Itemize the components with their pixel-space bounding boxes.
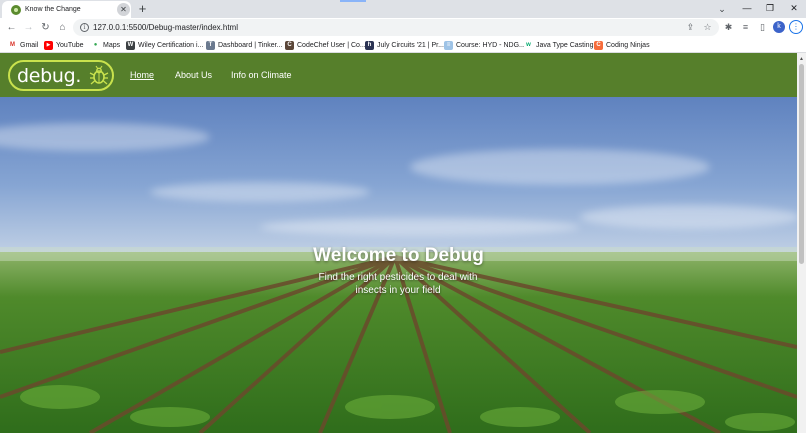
tinkercad-icon: T	[206, 40, 215, 50]
bookmark-label: CodeChef User | Co...	[297, 41, 366, 49]
bookmark-w3schools[interactable]: w Java Type Casting	[524, 39, 593, 51]
bookmark-label: YouTube	[56, 41, 84, 49]
hero-subtitle: Find the right pesticides to deal with i…	[318, 272, 478, 296]
bookmark-youtube[interactable]: ▶ YouTube	[44, 39, 84, 51]
bookmark-label: July Circuits '21 | Pr...	[377, 41, 444, 49]
bookmark-codechef[interactable]: C CodeChef User | Co...	[285, 39, 366, 51]
bookmark-star-icon[interactable]: ☆	[701, 21, 714, 34]
youtube-icon: ▶	[44, 40, 53, 50]
bookmark-codingninjas[interactable]: C Coding Ninjas	[594, 39, 650, 51]
site-navbar: debug. Home About Us Info on Climate	[0, 53, 797, 97]
back-icon[interactable]: ←	[4, 20, 19, 35]
tab-search-icon[interactable]: ⌄	[716, 3, 728, 15]
page-viewport: debug. Home About Us Info on Climate Wel…	[0, 53, 797, 433]
bookmark-label: Gmail	[20, 41, 39, 49]
browser-menu-icon[interactable]: ⋮	[789, 20, 803, 34]
course-icon: ≡	[444, 40, 453, 50]
url-text: 127.0.0.1:5500/Debug-master/index.html	[93, 23, 238, 32]
window-close-icon[interactable]: ✕	[783, 1, 805, 16]
bookmark-course[interactable]: ≡ Course: HYD - NDG...	[444, 39, 525, 51]
hackerearth-icon: h	[365, 40, 374, 50]
site-favicon-icon	[11, 5, 21, 15]
share-icon[interactable]: ⇪	[684, 21, 697, 34]
scroll-up-arrow-icon[interactable]: ▲	[797, 55, 806, 63]
w3schools-icon: w	[524, 40, 533, 50]
bookmark-label: Course: HYD - NDG...	[456, 41, 525, 49]
tab-title: Know the Change	[25, 6, 81, 13]
hero-title: Welcome to Debug	[313, 245, 484, 266]
bookmark-wiley[interactable]: W Wiley Certification i...	[126, 39, 203, 51]
new-tab-button[interactable]: +	[136, 2, 149, 15]
tab-search-indicator	[340, 0, 366, 2]
site-info-icon[interactable]: i	[80, 23, 89, 32]
nav-link-home[interactable]: Home	[130, 69, 154, 81]
close-tab-icon[interactable]: ✕	[117, 3, 130, 16]
scrollbar-thumb[interactable]	[799, 64, 804, 264]
restore-icon[interactable]: ❐	[759, 1, 781, 16]
codechef-icon: C	[285, 40, 294, 50]
nav-link-about-us[interactable]: About Us	[175, 69, 212, 81]
bookmark-label: Coding Ninjas	[606, 41, 650, 49]
bookmarks-bar: M Gmail ▶ YouTube ● Maps W Wiley Certifi…	[0, 37, 806, 53]
address-bar[interactable]: i 127.0.0.1:5500/Debug-master/index.html…	[73, 19, 719, 36]
wiley-icon: W	[126, 40, 135, 50]
bookmark-label: Java Type Casting	[536, 41, 594, 49]
browser-tab[interactable]: Know the Change ✕	[2, 1, 131, 18]
bookmark-label: Maps	[103, 41, 121, 49]
browser-toolbar: ← → ↻ ⌂ i 127.0.0.1:5500/Debug-master/in…	[0, 18, 806, 37]
bookmark-maps[interactable]: ● Maps	[91, 39, 120, 51]
media-control-icon[interactable]: ≡	[739, 21, 752, 34]
maps-icon: ●	[91, 40, 100, 50]
page-scrollbar[interactable]: ▲	[797, 53, 806, 433]
bookmark-label: Dashboard | Tinker...	[218, 41, 283, 49]
bookmark-gmail[interactable]: M Gmail	[8, 39, 38, 51]
site-logo[interactable]: debug.	[8, 60, 114, 91]
bookmark-hackerearth[interactable]: h July Circuits '21 | Pr...	[365, 39, 444, 51]
reload-icon[interactable]: ↻	[38, 20, 53, 35]
bookmark-tinkercad[interactable]: T Dashboard | Tinker...	[206, 39, 282, 51]
browser-tabstrip: Know the Change ✕ + ⌄ — ❐ ✕	[0, 0, 806, 18]
forward-icon[interactable]: →	[21, 20, 36, 35]
profile-avatar[interactable]: k	[773, 21, 785, 33]
home-icon[interactable]: ⌂	[55, 20, 70, 35]
gmail-icon: M	[8, 40, 17, 50]
bug-icon	[89, 65, 109, 85]
codingninjas-icon: C	[594, 40, 603, 50]
logo-text: debug.	[17, 65, 82, 87]
minimize-icon[interactable]: —	[736, 1, 758, 16]
extensions-icon[interactable]: ✱	[722, 21, 735, 34]
bookmark-label: Wiley Certification i...	[138, 41, 204, 49]
hero-banner: Welcome to Debug Find the right pesticid…	[0, 97, 797, 433]
nav-link-info-on-climate[interactable]: Info on Climate	[231, 69, 292, 81]
side-panel-icon[interactable]: ▯	[756, 21, 769, 34]
